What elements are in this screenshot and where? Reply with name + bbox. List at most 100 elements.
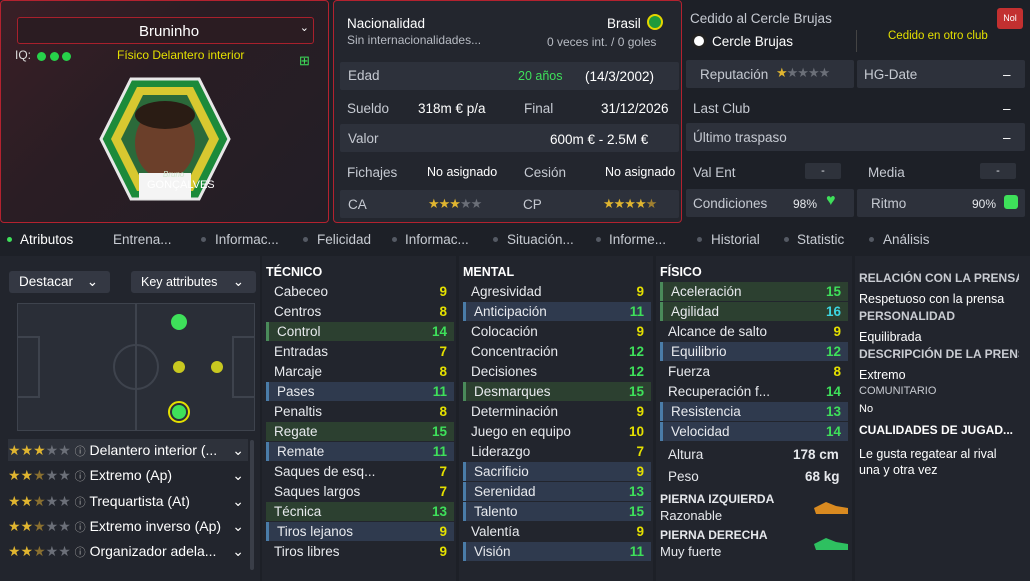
attribute-row[interactable]: Liderazgo 7: [463, 442, 651, 461]
attribute-row[interactable]: Valentía 9: [463, 522, 651, 541]
weight-value: 68 kg: [805, 469, 840, 484]
attribute-row[interactable]: Equilibrio 12: [660, 342, 848, 361]
attribute-row[interactable]: Centros 8: [266, 302, 454, 321]
club-name[interactable]: Cercle Brujas: [712, 34, 793, 49]
nol-text: Nol: [1003, 13, 1017, 23]
reputation-stars: ★★★★★: [776, 65, 830, 80]
last-club-label: Last Club: [693, 101, 751, 116]
attribute-row[interactable]: Remate 11: [266, 442, 454, 461]
tab-analisis[interactable]: Análisis: [883, 232, 930, 247]
tab-historial[interactable]: Historial: [711, 232, 760, 247]
role-row[interactable]: ★★★★★ ⓘ Organizador adela... ⌄: [8, 540, 248, 562]
attribute-row[interactable]: Saques de esq... 7: [266, 462, 454, 481]
attribute-row[interactable]: Juego en equipo 10: [463, 422, 651, 441]
chevron-down-icon: ⌄: [232, 442, 244, 458]
transfer-value: No asignado: [427, 165, 498, 179]
attribute-name: Entradas: [274, 344, 329, 359]
role-row[interactable]: ★★★★★ ⓘ Extremo (Ap) ⌄: [8, 464, 248, 486]
attribute-name: Visión: [474, 544, 511, 559]
attribute-value: 9: [439, 544, 447, 559]
attribute-row[interactable]: Saques largos 7: [266, 482, 454, 501]
attribute-row[interactable]: Recuperación f... 14: [660, 382, 848, 401]
tab-statistic[interactable]: Statistic: [797, 232, 844, 247]
attribute-row[interactable]: Resistencia 13: [660, 402, 848, 421]
attribute-row[interactable]: Concentración 12: [463, 342, 651, 361]
highlight-dropdown[interactable]: Destacar ⌄: [9, 271, 110, 293]
role-label: Delantero interior (...: [89, 442, 218, 458]
attribute-row[interactable]: Pases 11: [266, 382, 454, 401]
role-row[interactable]: ★★★★★ ⓘ Delantero interior (... ⌄: [8, 439, 248, 461]
attribute-row[interactable]: Penaltis 8: [266, 402, 454, 421]
tab-felicidad[interactable]: Felicidad: [317, 232, 371, 247]
attribute-row[interactable]: Anticipación 11: [463, 302, 651, 321]
attribute-row[interactable]: Tiros lejanos 9: [266, 522, 454, 541]
attribute-row[interactable]: Aceleración 15: [660, 282, 848, 301]
clipboard-plus-icon[interactable]: ⊞: [299, 53, 310, 69]
tab-informe[interactable]: Informe...: [609, 232, 666, 247]
attribute-value: 7: [636, 444, 644, 459]
role-row[interactable]: ★★★★★ ⓘ Trequartista (At) ⌄: [8, 490, 248, 512]
right-foot-value: Muy fuerte: [660, 544, 722, 559]
attribute-row[interactable]: Alcance de salto 9: [660, 322, 848, 341]
role-label: Extremo (Ap): [89, 467, 173, 483]
roles-scrollbar[interactable]: [250, 440, 254, 570]
attribute-row[interactable]: Agilidad 16: [660, 302, 848, 321]
attribute-row[interactable]: Desmarques 15: [463, 382, 651, 401]
attribute-row[interactable]: Fuerza 8: [660, 362, 848, 381]
attribute-name: Determinación: [471, 404, 559, 419]
tab-atributos[interactable]: Atributos: [20, 232, 73, 247]
attribute-row[interactable]: Velocidad 14: [660, 422, 848, 441]
attribute-row[interactable]: Colocación 9: [463, 322, 651, 341]
chevron-down-icon: ⌄: [232, 543, 244, 559]
tab-situacion[interactable]: Situación...: [507, 232, 574, 247]
player-name-box[interactable]: Bruninho ⌄: [17, 17, 314, 44]
position-dot: [172, 405, 186, 419]
attribute-row[interactable]: Talento 15: [463, 502, 651, 521]
caps-label: Sin internacionalidades...: [347, 33, 482, 47]
attribute-row[interactable]: Cabeceo 9: [266, 282, 454, 301]
attribute-row[interactable]: Regate 15: [266, 422, 454, 441]
attribute-value: 8: [833, 364, 841, 379]
attribute-row[interactable]: Visión 11: [463, 542, 651, 561]
attribute-name: Decisiones: [471, 364, 538, 379]
caps-value: 0 veces int. / 0 goles: [547, 35, 657, 49]
attribute-row[interactable]: Control 14: [266, 322, 454, 341]
dob-value: (14/3/2002): [585, 69, 655, 84]
attribute-value: 7: [439, 484, 447, 499]
attribute-row[interactable]: Determinación 9: [463, 402, 651, 421]
qualities-value: Le gusta regatear al rival una y otra ve…: [859, 447, 997, 477]
key-attributes-dropdown[interactable]: Key attributes ⌄: [131, 271, 256, 293]
attribute-value: 9: [636, 524, 644, 539]
attribute-row[interactable]: Marcaje 8: [266, 362, 454, 381]
attribute-row[interactable]: Serenidad 13: [463, 482, 651, 501]
role-row[interactable]: ★★★★★ ⓘ Extremo inverso (Ap) ⌄: [8, 515, 248, 537]
tab-entrenamiento[interactable]: Entrena...: [113, 232, 172, 247]
attribute-value: 12: [628, 364, 644, 379]
age-label: Edad: [348, 68, 380, 83]
loan-label: Cesión: [524, 165, 567, 180]
attribute-name: Concentración: [471, 344, 559, 359]
attribute-name: Resistencia: [671, 404, 741, 419]
attribute-value: 13: [628, 484, 644, 499]
attribute-row[interactable]: Agresividad 9: [463, 282, 651, 301]
tab-informacion-2[interactable]: Informac...: [405, 232, 469, 247]
attribute-name: Sacrificio: [474, 464, 529, 479]
attribute-row[interactable]: Tiros libres 9: [266, 542, 454, 561]
personality-value: Equilibrada: [859, 330, 922, 344]
rhythm-value: 90%: [972, 197, 997, 211]
press-description-value: Extremo: [859, 368, 906, 382]
rhythm-row: Ritmo 90%: [857, 189, 1025, 217]
attribute-row[interactable]: Decisiones 12: [463, 362, 651, 381]
press-relation-title: RELACIÓN CON LA PRENSA: [859, 271, 1019, 285]
chevron-down-icon[interactable]: ⌄: [300, 21, 309, 34]
height-label: Altura: [668, 447, 704, 462]
attribute-name: Fuerza: [668, 364, 711, 379]
attribute-name: Saques de esq...: [274, 464, 376, 479]
attribute-value: 8: [439, 304, 447, 319]
tab-informacion[interactable]: Informac...: [215, 232, 279, 247]
attribute-row[interactable]: Entradas 7: [266, 342, 454, 361]
attribute-row[interactable]: Sacrificio 9: [463, 462, 651, 481]
community-value: No: [859, 403, 874, 415]
attribute-row[interactable]: Técnica 13: [266, 502, 454, 521]
attribute-name: Valentía: [471, 524, 520, 539]
